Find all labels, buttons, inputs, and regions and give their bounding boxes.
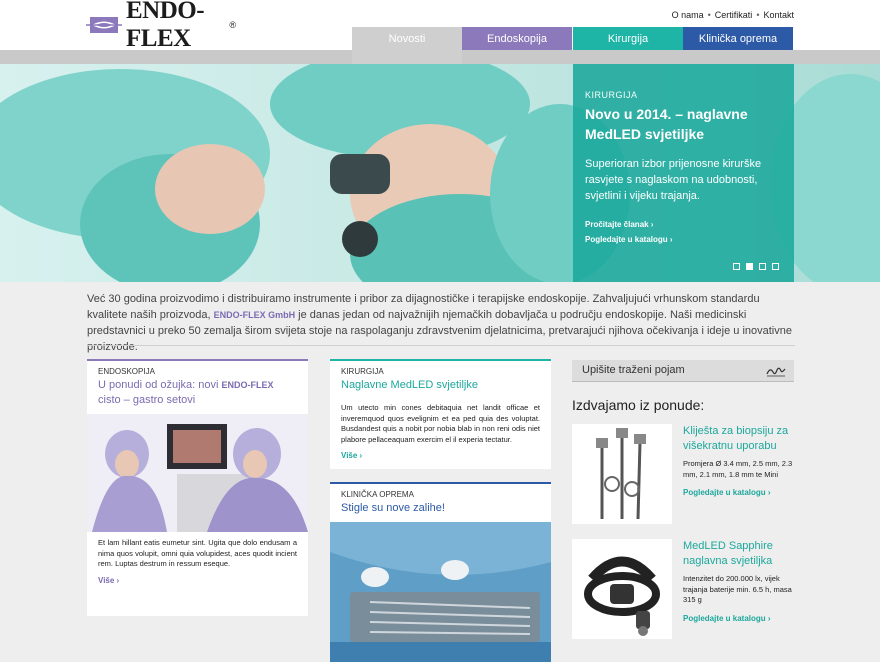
hero-text: Superioran izbor prijenosne kirurške ras…	[585, 158, 762, 202]
signature-icon[interactable]	[766, 365, 786, 377]
card-body: Et lam hillant eatis eumetur sint. Ugita…	[98, 538, 297, 568]
card-category: KLINIČKA OPREMA	[341, 490, 414, 499]
product-image-forceps[interactable]	[572, 424, 672, 524]
hero-title: Novo u 2014. – naglavne MedLED svjetiljk…	[585, 106, 748, 142]
tab-klinicka-oprema[interactable]: Klinička oprema	[683, 27, 793, 50]
card-body: Um utecto min cones debitaquia net landi…	[341, 403, 540, 444]
separator: •	[707, 10, 711, 20]
tab-kirurgija[interactable]: Kirurgija	[573, 27, 683, 50]
news-card-klinicka-oprema: KLINIČKA OPREMA Stigle su nove zalihe!	[330, 482, 551, 662]
card-title[interactable]: U ponudi od ožujka: novi ENDO-FLEX cisto…	[87, 376, 308, 408]
featured-title: Izdvajamo iz ponude:	[572, 397, 705, 413]
tab-novosti[interactable]: Novosti	[352, 27, 462, 64]
search-input[interactable]: Upišite traženi pojam	[572, 360, 794, 382]
product-image-headlamp[interactable]	[572, 539, 672, 639]
slider-dot-4[interactable]	[772, 263, 779, 270]
card-title[interactable]: Naglavne MedLED svjetiljke	[330, 376, 551, 393]
product-info-2: MedLED Sapphire naglavna svjetiljka Inte…	[683, 539, 795, 623]
product-catalog-link[interactable]: Pogledajte u katalogu ›	[683, 614, 795, 623]
separator: •	[756, 10, 760, 20]
divider	[87, 345, 795, 346]
brand-name: ENDO-FLEX	[126, 0, 205, 52]
slider-dot-1[interactable]	[733, 263, 740, 270]
hero-panel: KIRURGIJA Novo u 2014. – naglavne MedLED…	[573, 64, 794, 282]
slider-dot-3[interactable]	[759, 263, 766, 270]
hero-category: KIRURGIJA	[585, 90, 638, 100]
card-title-b: cisto – gastro setovi	[98, 394, 196, 406]
card-more-link[interactable]: Više ›	[87, 576, 308, 585]
search-placeholder: Upišite traženi pojam	[582, 364, 685, 376]
news-card-endoskopija: ENDOSKOPIJA U ponudi od ožujka: novi END…	[87, 359, 308, 616]
card-category: ENDOSKOPIJA	[98, 367, 155, 376]
product-info-1: Kliješta za biopsiju za višekratnu upora…	[683, 424, 795, 497]
logo-icon	[86, 14, 122, 36]
hero-banner: KIRURGIJA Novo u 2014. – naglavne MedLED…	[0, 64, 880, 282]
news-card-kirurgija: KIRURGIJA Naglavne MedLED svjetiljke Um …	[330, 359, 551, 469]
card-title[interactable]: Stigle su nove zalihe!	[330, 499, 551, 516]
product-desc: Intenzitet do 200.000 lx, vijek trajanja…	[683, 574, 792, 604]
headlamp-icon	[572, 539, 672, 639]
endoscopy-photo	[87, 414, 308, 532]
link-kontakt[interactable]: Kontakt	[763, 10, 794, 20]
product-desc: Promjera Ø 3.4 mm, 2.5 mm, 2.3 mm, 2.1 m…	[683, 459, 793, 479]
hero-read-article-link[interactable]: Pročitajte članak ›	[585, 220, 782, 229]
intro-brand: ENDO-FLEX GmbH	[213, 310, 296, 320]
brand-logo[interactable]: ENDO-FLEX ®	[86, 0, 236, 52]
product-name[interactable]: Kliješta za biopsiju za višekratnu upora…	[683, 424, 795, 454]
card-title-a: U ponudi od ožujka: novi	[98, 379, 222, 391]
hero-catalog-link[interactable]: Pogledajte u katalogu ›	[585, 235, 782, 244]
brand-registered: ®	[229, 20, 236, 30]
forceps-icon	[572, 424, 672, 524]
tab-endoskopija[interactable]: Endoskopija	[462, 27, 572, 50]
link-certifikati[interactable]: Certifikati	[715, 10, 753, 20]
surgical-instruments-photo	[330, 522, 551, 662]
card-category: KIRURGIJA	[341, 367, 384, 376]
slider-dots	[733, 263, 779, 270]
card-more-link[interactable]: Više ›	[330, 451, 551, 460]
top-links: O nama • Certifikati • Kontakt	[672, 10, 794, 20]
product-name[interactable]: MedLED Sapphire naglavna svjetiljka	[683, 539, 795, 569]
card-title-brand: ENDO-FLEX	[221, 380, 274, 390]
product-catalog-link[interactable]: Pogledajte u katalogu ›	[683, 488, 795, 497]
slider-dot-2[interactable]	[746, 263, 753, 270]
link-o-nama[interactable]: O nama	[672, 10, 704, 20]
